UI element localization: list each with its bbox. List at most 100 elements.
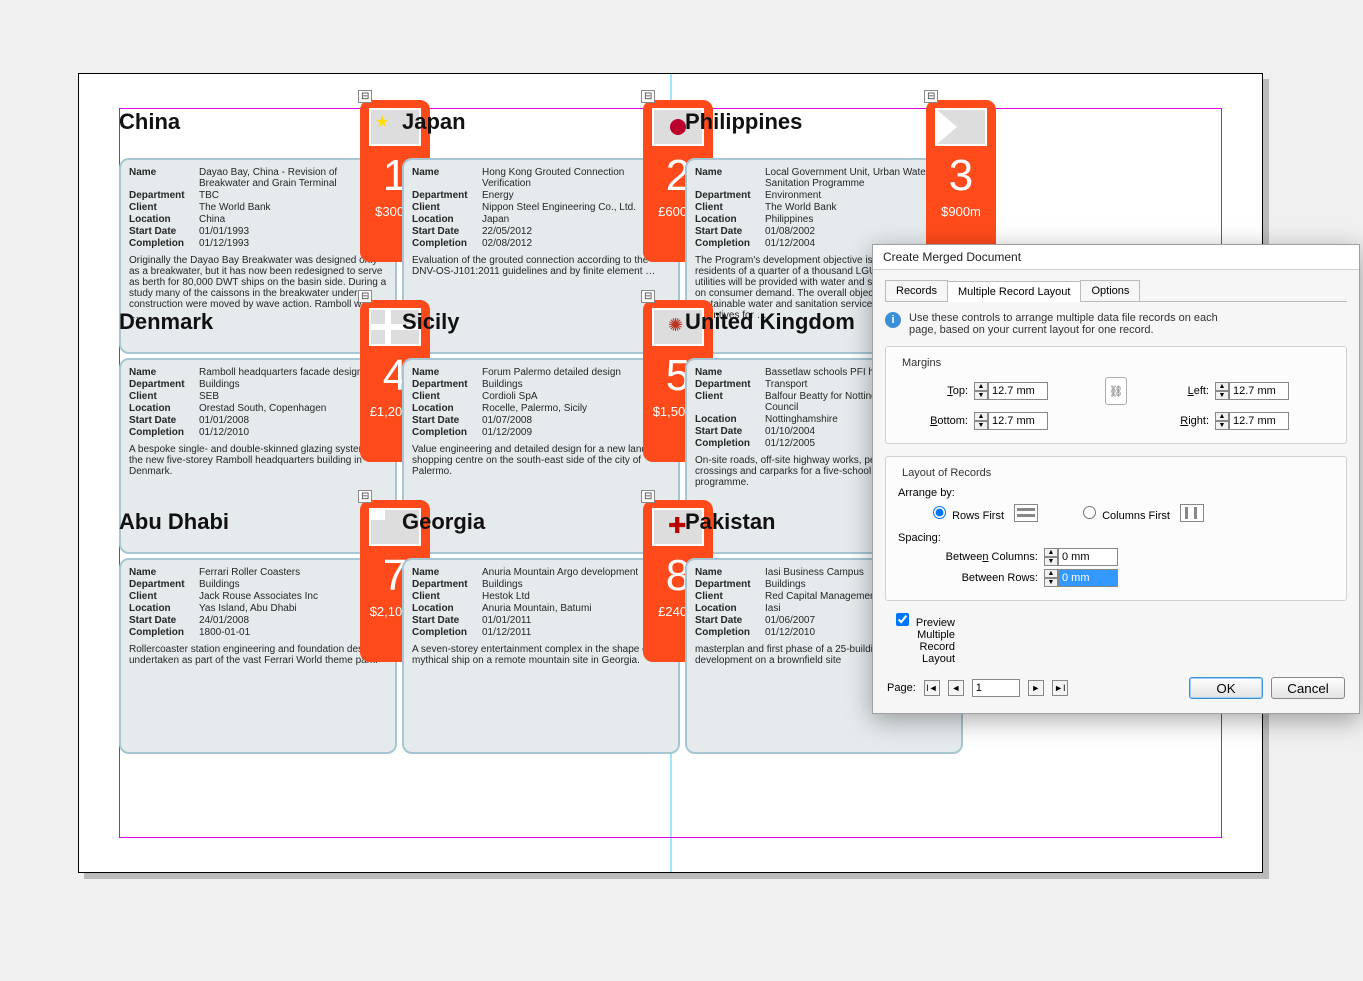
input-margin-right[interactable] (1229, 412, 1289, 430)
badge: ⊟3$900m (926, 100, 996, 262)
between-cols-up[interactable]: ▲ (1044, 548, 1058, 557)
field-label: Department (129, 579, 193, 590)
margin-top-up[interactable]: ▲ (974, 382, 988, 391)
field-value: China (199, 214, 387, 225)
cancel-button[interactable]: Cancel (1271, 677, 1345, 699)
field-value: 01/01/2008 (199, 415, 387, 426)
field-value: Anuria Mountain Argo development (482, 567, 670, 578)
between-rows-down[interactable]: ▼ (1044, 578, 1058, 587)
country-title: Georgia (402, 509, 485, 535)
segment-icon: ⊟ (358, 90, 372, 103)
field-value: Nippon Steel Engineering Co., Ltd. (482, 202, 670, 213)
spinner-between-columns[interactable]: ▲▼ (1044, 548, 1118, 566)
layout-legend: Layout of Records (898, 467, 995, 479)
field-value: Anuria Mountain, Batumi (482, 603, 670, 614)
nav-prev-icon[interactable]: ◄ (948, 680, 964, 696)
margin-bottom-up[interactable]: ▲ (974, 412, 988, 421)
field-label: Department (129, 379, 193, 390)
record-card: NameAnuria Mountain Argo developmentDepa… (402, 558, 680, 754)
dialog-tabs: Records Multiple Record Layout Options (885, 280, 1347, 302)
margins-legend: Margins (898, 357, 945, 369)
field-value: Buildings (199, 579, 387, 590)
viewport: ChinaNameDayao Bay, China - Revision of … (0, 0, 1363, 981)
field-label: Start Date (695, 226, 759, 237)
label-margin-top: Top: (898, 385, 968, 397)
record-description: Rollercoaster station engineering and fo… (129, 644, 387, 666)
spinner-margin-top[interactable]: ▲▼ (974, 382, 1048, 400)
record: SicilyNameForum Palermo detailed designD… (402, 308, 685, 538)
tab-options[interactable]: Options (1080, 280, 1140, 301)
field-label: Department (412, 379, 476, 390)
margin-right-down[interactable]: ▼ (1215, 421, 1229, 430)
nav-last-icon[interactable]: ►I (1052, 680, 1068, 696)
field-value: 01/12/1993 (199, 238, 387, 249)
field-label: Start Date (412, 415, 476, 426)
field-label: Department (412, 579, 476, 590)
record-description: Value engineering and detailed design fo… (412, 444, 670, 477)
input-between-columns[interactable] (1058, 548, 1118, 566)
ok-button[interactable]: OK (1189, 677, 1263, 699)
field-value: Buildings (482, 579, 670, 590)
tab-multiple-record-layout[interactable]: Multiple Record Layout (947, 281, 1082, 302)
segment-icon: ⊟ (641, 490, 655, 503)
record-description: Evaluation of the grouted connection acc… (412, 255, 670, 277)
margin-left-up[interactable]: ▲ (1215, 382, 1229, 391)
field-label: Location (129, 603, 193, 614)
field-label: Location (695, 603, 759, 614)
spinner-margin-left[interactable]: ▲▼ (1215, 382, 1289, 400)
label-between-rows: Between Rows: (928, 572, 1038, 584)
page-input[interactable] (972, 679, 1020, 697)
between-cols-down[interactable]: ▼ (1044, 557, 1058, 566)
country-title: China (119, 109, 180, 135)
nav-next-icon[interactable]: ► (1028, 680, 1044, 696)
field-label: Completion (695, 438, 759, 449)
field-value: TBC (199, 190, 387, 201)
radio-columns-first[interactable]: Columns First (1078, 503, 1170, 522)
field-label: Completion (412, 238, 476, 249)
input-margin-bottom[interactable] (988, 412, 1048, 430)
input-between-rows[interactable] (1058, 569, 1118, 587)
input-margin-top[interactable] (988, 382, 1048, 400)
record-description: A seven-storey entertainment complex in … (412, 644, 670, 666)
margin-left-down[interactable]: ▼ (1215, 391, 1229, 400)
spinner-margin-right[interactable]: ▲▼ (1215, 412, 1289, 430)
field-label: Completion (129, 427, 193, 438)
tab-records[interactable]: Records (885, 280, 948, 301)
checkbox-preview[interactable]: Preview Multiple Record Layout (885, 613, 955, 665)
dialog-title: Create Merged Document (873, 245, 1359, 270)
field-label: Department (412, 190, 476, 201)
spacing-label: Spacing: (898, 532, 1334, 544)
field-value: Rocelle, Palermo, Sicily (482, 403, 670, 414)
field-label: Start Date (695, 615, 759, 626)
between-rows-up[interactable]: ▲ (1044, 569, 1058, 578)
field-value: 1800-01-01 (199, 627, 387, 638)
link-margins-icon[interactable]: ⛓ (1105, 377, 1127, 405)
country-title: United Kingdom (685, 309, 855, 335)
input-margin-left[interactable] (1229, 382, 1289, 400)
segment-icon: ⊟ (358, 490, 372, 503)
record-card: NameFerrari Roller CoastersDepartmentBui… (119, 558, 397, 754)
country-title: Denmark (119, 309, 213, 335)
spinner-between-rows[interactable]: ▲▼ (1044, 569, 1118, 587)
field-label: Client (129, 591, 193, 602)
field-label: Department (695, 579, 759, 590)
margin-top-down[interactable]: ▼ (974, 391, 988, 400)
field-label: Location (129, 214, 193, 225)
field-label: Start Date (129, 415, 193, 426)
radio-rows-first[interactable]: Rows First (928, 503, 1004, 522)
field-label: Name (129, 167, 193, 189)
field-value: 22/05/2012 (482, 226, 670, 237)
spinner-margin-bottom[interactable]: ▲▼ (974, 412, 1048, 430)
nav-first-icon[interactable]: I◄ (924, 680, 940, 696)
records-area: ChinaNameDayao Bay, China - Revision of … (119, 108, 959, 748)
field-label: Department (695, 190, 759, 201)
segment-icon: ⊟ (641, 290, 655, 303)
field-label: Start Date (412, 615, 476, 626)
arrange-by-label: Arrange by: (898, 487, 1334, 499)
record: GeorgiaNameAnuria Mountain Argo developm… (402, 508, 685, 738)
margin-right-up[interactable]: ▲ (1215, 412, 1229, 421)
margin-bottom-down[interactable]: ▼ (974, 421, 988, 430)
label-margin-right: Right: (1139, 415, 1209, 427)
field-label: Department (695, 379, 759, 390)
field-label: Start Date (129, 226, 193, 237)
